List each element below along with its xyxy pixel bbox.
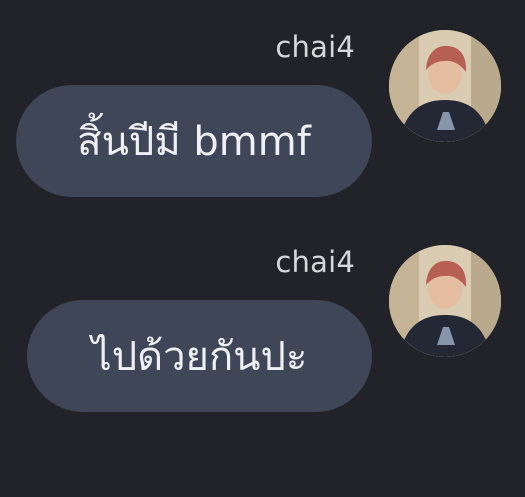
user-avatar-icon[interactable] <box>389 30 501 142</box>
sender-name: chai4 <box>275 30 355 64</box>
message-group-1: chai4 สิ้นปีมี bmmf <box>0 0 525 240</box>
chat-screen: { "messages": [ { "sender": "chai4", "te… <box>0 0 525 497</box>
message-text: สิ้นปีมี bmmf <box>77 119 311 165</box>
message-bubble[interactable]: สิ้นปีมี bmmf <box>16 85 372 197</box>
message-bubble[interactable]: ไปด้วยกันปะ <box>27 300 372 412</box>
sender-name: chai4 <box>275 245 355 279</box>
message-text: ไปด้วยกันปะ <box>91 334 308 380</box>
user-avatar-icon[interactable] <box>389 245 501 357</box>
message-group-2: chai4 ไปด้วยกันปะ <box>0 215 525 455</box>
